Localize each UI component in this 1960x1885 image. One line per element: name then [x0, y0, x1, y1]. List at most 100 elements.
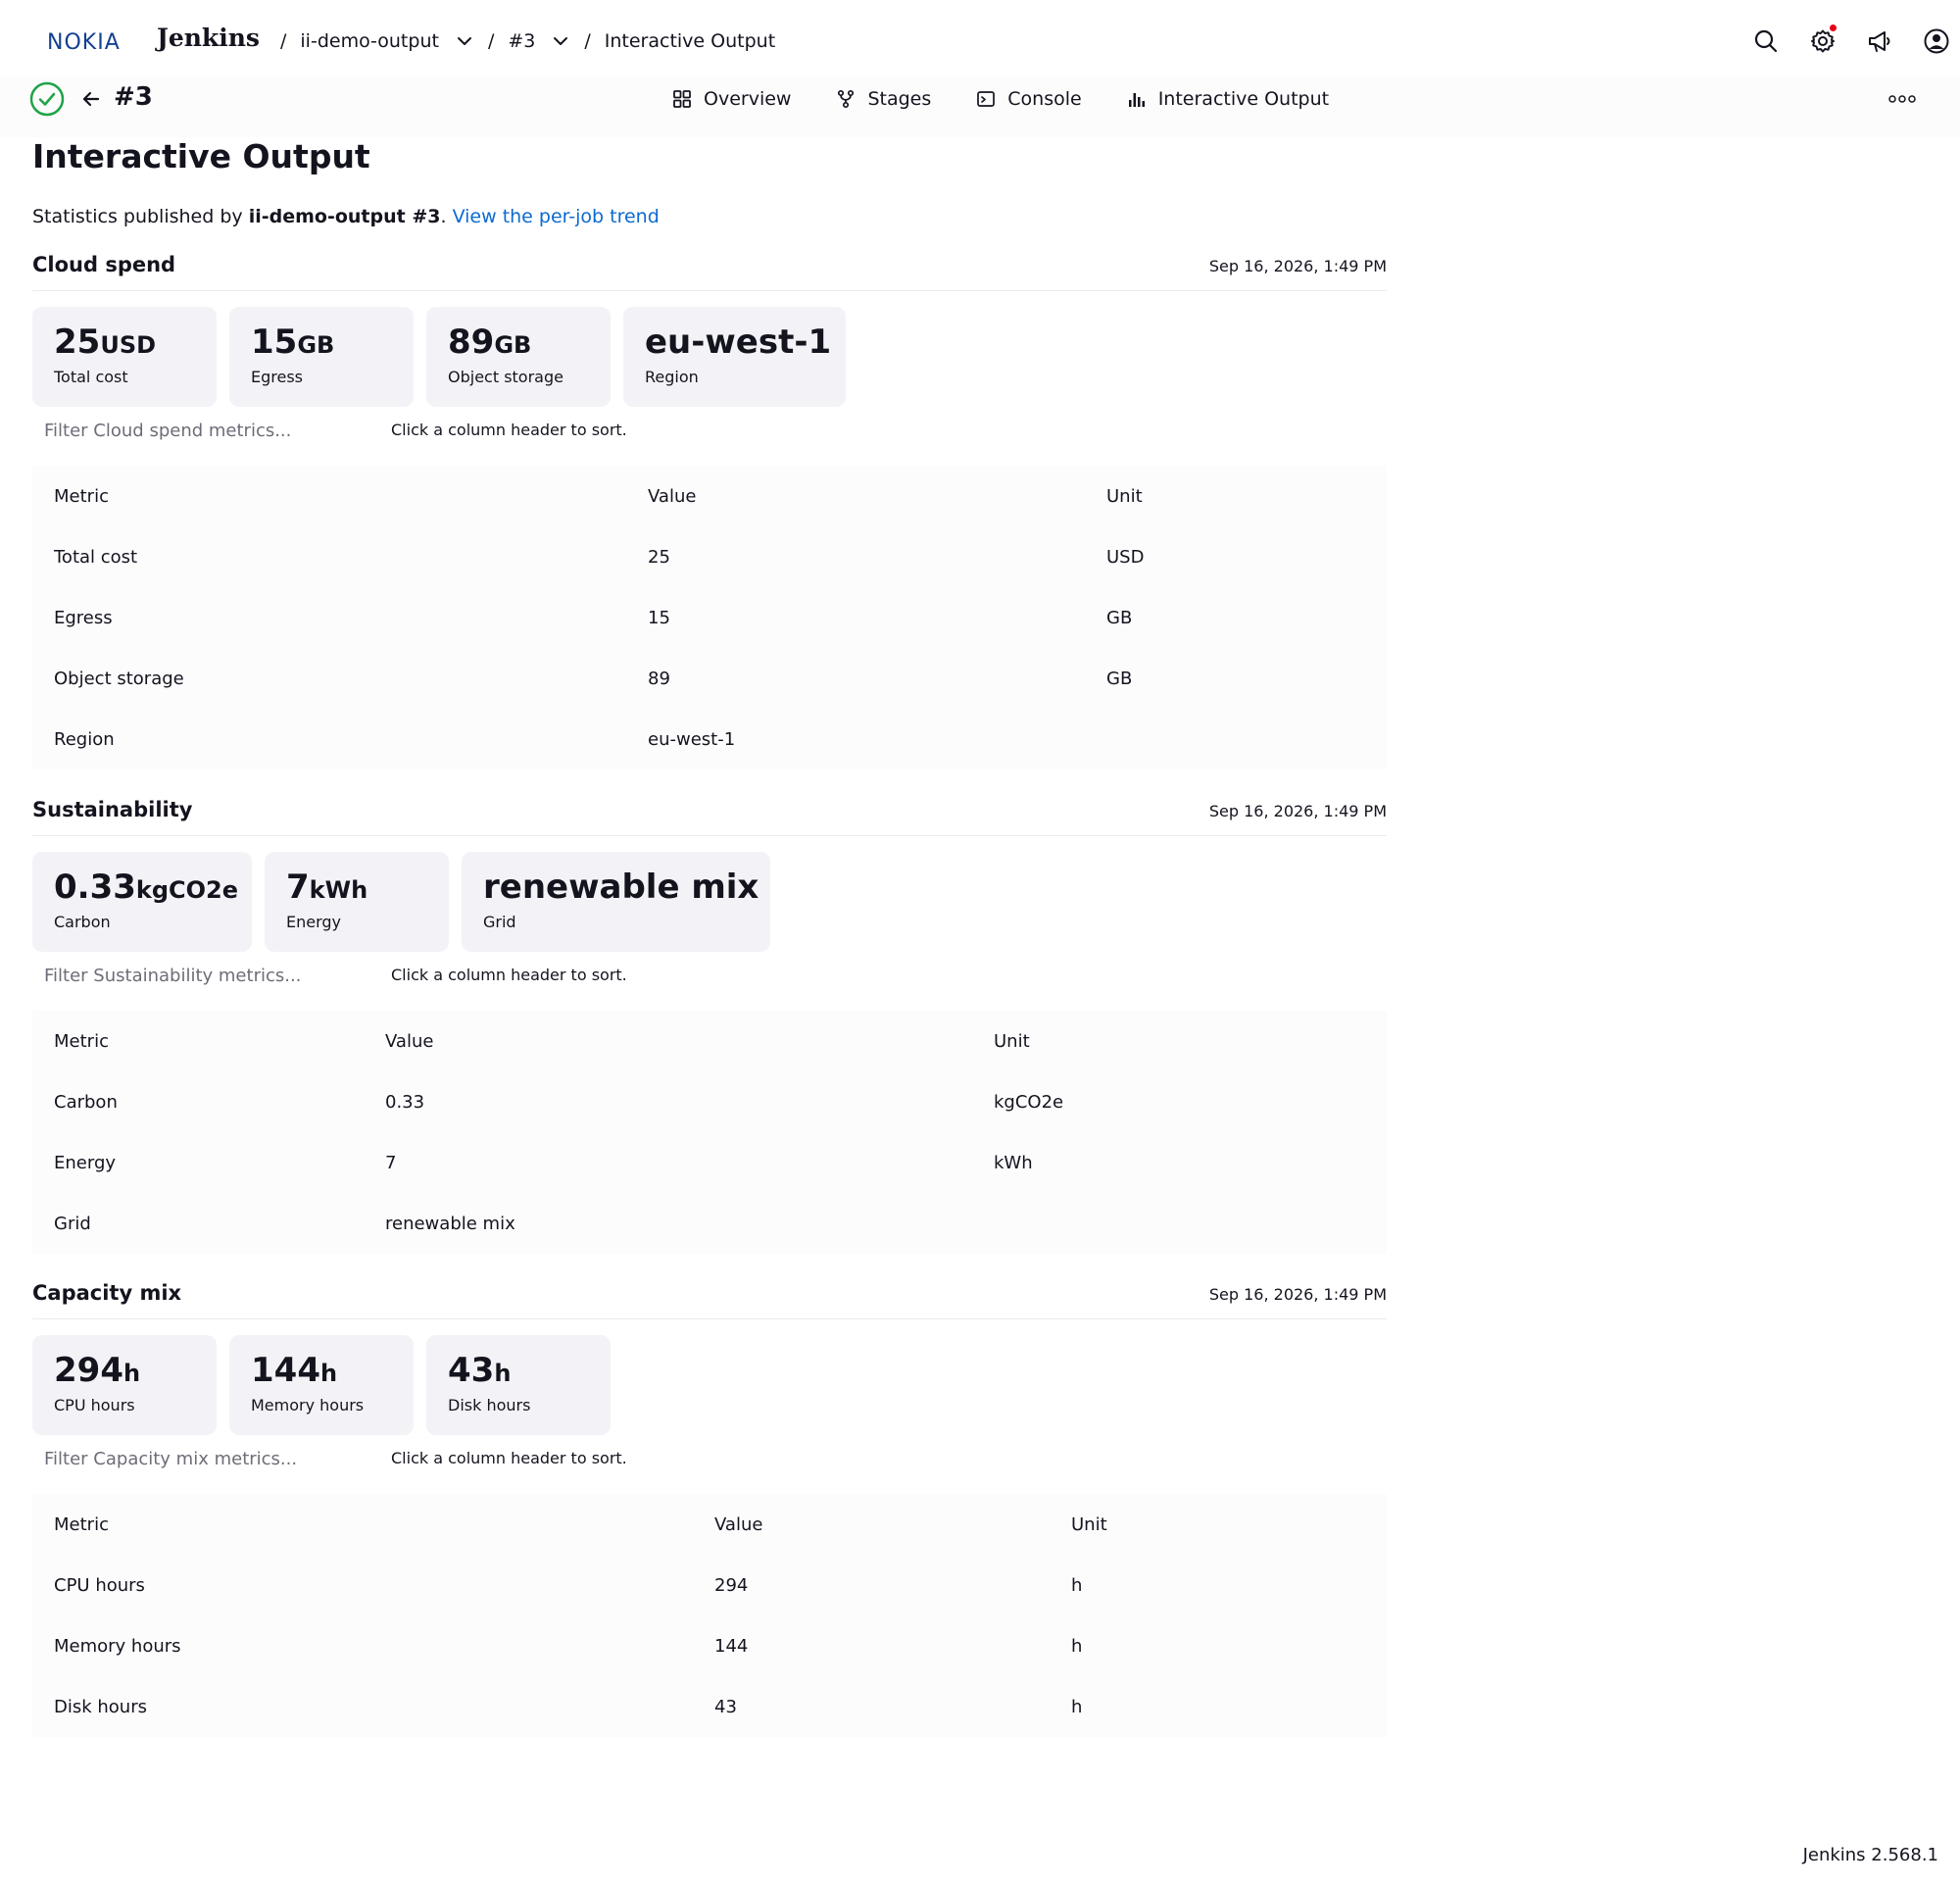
table-header-row: Metric Value Unit	[32, 1011, 1387, 1071]
card-value: 43	[448, 1351, 495, 1390]
table-row: Disk hours 43 h	[32, 1676, 1387, 1737]
card-unit: h	[122, 1360, 141, 1387]
metrics-table: Metric Value Unit CPU hours 294 h Memory h…	[32, 1494, 1387, 1737]
column-header-unit[interactable]: Unit	[1085, 466, 1387, 526]
build-number: #3	[114, 82, 153, 112]
summary-card: 89GB Object storage	[426, 307, 611, 407]
card-value: 294	[54, 1351, 123, 1390]
breadcrumb-current-page: Interactive Output	[604, 30, 776, 52]
manage-jenkins-button[interactable]	[1803, 22, 1842, 61]
metric-cell: CPU hours	[54, 1574, 145, 1596]
capacity-mix-filter-input[interactable]	[32, 1439, 379, 1478]
chevron-down-icon[interactable]	[455, 31, 474, 51]
megaphone-icon	[1869, 31, 1890, 52]
intro-job-name: ii-demo-output #3	[248, 206, 441, 227]
value-cell: 25	[648, 546, 670, 568]
unit-cell: kgCO2e	[994, 1091, 1064, 1113]
nokia-logo[interactable]: NOKIA	[47, 29, 127, 53]
card-label: Carbon	[54, 913, 111, 931]
success-status-icon	[29, 81, 65, 117]
tab-console[interactable]: Console	[976, 76, 1082, 122]
sort-hint: Click a column header to sort.	[391, 966, 627, 984]
card-value: 25	[54, 322, 101, 362]
section-header: Capacity mix Sep 16, 2026, 1:49 PM	[32, 1281, 1387, 1319]
section-header: Cloud spend Sep 16, 2026, 1:49 PM	[32, 253, 1387, 291]
column-header-metric[interactable]: Metric	[32, 466, 626, 526]
section-capacity-mix: Capacity mix Sep 16, 2026, 1:49 PM 294h …	[32, 1281, 1387, 1737]
column-header-value[interactable]: Value	[693, 1494, 1050, 1555]
announcements-button[interactable]	[1860, 22, 1899, 61]
table-row: Memory hours 144 h	[32, 1615, 1387, 1676]
metric-cell: Memory hours	[54, 1635, 181, 1657]
intro-prefix: Statistics published by	[32, 206, 249, 227]
card-label: Region	[645, 368, 699, 386]
section-timestamp: Sep 16, 2026, 1:49 PM	[1208, 802, 1387, 820]
column-header-value[interactable]: Value	[626, 466, 1085, 526]
card-unit: GB	[494, 331, 532, 359]
metric-cell: Disk hours	[54, 1696, 147, 1717]
breadcrumb-build[interactable]: #3	[508, 30, 570, 52]
sort-hint: Click a column header to sort.	[391, 421, 627, 439]
grid-icon	[673, 90, 691, 108]
summary-card: 294h CPU hours	[32, 1335, 217, 1435]
card-label: Energy	[286, 913, 342, 931]
column-header-unit[interactable]: Unit	[1050, 1494, 1387, 1555]
metrics-table: Metric Value Unit Total cost 25 USD Egress…	[32, 466, 1387, 769]
breadcrumb-job[interactable]: ii-demo-output	[300, 30, 474, 52]
summary-cards: 294h CPU hours 144h Memory hours 43h Dis…	[32, 1335, 1387, 1437]
table-header-row: Metric Value Unit	[32, 466, 1387, 526]
value-cell: eu-west-1	[648, 728, 736, 750]
breadcrumb-separator: /	[280, 30, 287, 52]
column-header-unit[interactable]: Unit	[972, 1011, 1387, 1071]
card-label: Object storage	[448, 368, 564, 386]
jenkins-version-link[interactable]: Jenkins 2.568.1	[1803, 1845, 1938, 1865]
intro-period: .	[440, 206, 453, 227]
column-header-value[interactable]: Value	[364, 1011, 972, 1071]
summary-card: 43h Disk hours	[426, 1335, 611, 1435]
column-header-metric[interactable]: Metric	[32, 1011, 364, 1071]
summary-card: 7kWh Energy	[265, 852, 449, 952]
filter-row: Click a column header to sort.	[32, 1437, 1387, 1494]
gear-icon	[1811, 29, 1835, 53]
tab-interactive-output-label: Interactive Output	[1157, 88, 1330, 110]
summary-card: 15GB Egress	[229, 307, 414, 407]
summary-cards: 0.33kgCO2e Carbon 7kWh Energy renewable …	[32, 852, 1387, 954]
search-button[interactable]	[1746, 22, 1786, 61]
tab-stages[interactable]: Stages	[836, 76, 931, 122]
card-unit: h	[319, 1360, 338, 1387]
unit-cell: h	[1071, 1635, 1083, 1657]
section-cloud-spend: Cloud spend Sep 16, 2026, 1:49 PM 25USD …	[32, 253, 1387, 769]
chevron-down-icon[interactable]	[551, 31, 570, 51]
column-header-metric[interactable]: Metric	[32, 1494, 693, 1555]
more-options-icon[interactable]	[1887, 88, 1917, 110]
value-cell: renewable mix	[385, 1213, 515, 1234]
notification-dot	[1830, 25, 1837, 31]
card-unit: kWh	[309, 876, 368, 904]
jenkins-home-link[interactable]: Jenkins	[157, 24, 260, 52]
value-cell: 294	[714, 1574, 749, 1596]
metric-cell: Total cost	[54, 546, 138, 568]
value-cell: 15	[648, 607, 670, 628]
section-sustainability: Sustainability Sep 16, 2026, 1:49 PM 0.3…	[32, 798, 1387, 1254]
tab-overview[interactable]: Overview	[672, 76, 791, 122]
metric-cell: Object storage	[54, 668, 184, 689]
card-value: 144	[251, 1351, 320, 1390]
unit-cell	[1085, 709, 1387, 769]
cloud-spend-filter-input[interactable]	[32, 411, 379, 450]
sustainability-filter-input[interactable]	[32, 956, 379, 995]
back-arrow-icon[interactable]	[80, 88, 102, 110]
summary-card: 144h Memory hours	[229, 1335, 414, 1435]
card-unit: h	[494, 1360, 512, 1387]
user-menu-button[interactable]	[1917, 22, 1956, 61]
metric-cell: Energy	[54, 1152, 117, 1173]
card-unit: GB	[297, 331, 335, 359]
table-row: Carbon 0.33 kgCO2e	[32, 1071, 1387, 1132]
value-cell: 43	[714, 1696, 737, 1717]
per-job-trend-link[interactable]: View the per-job trend	[453, 206, 660, 227]
card-value: eu-west-1	[645, 322, 832, 362]
svg-text:NOKIA: NOKIA	[47, 30, 121, 53]
metrics-table: Metric Value Unit Carbon 0.33 kgCO2e Energ…	[32, 1011, 1387, 1254]
tab-interactive-output[interactable]: Interactive Output	[1127, 76, 1329, 122]
tab-stages-label: Stages	[867, 88, 932, 110]
card-label: Grid	[483, 913, 516, 931]
